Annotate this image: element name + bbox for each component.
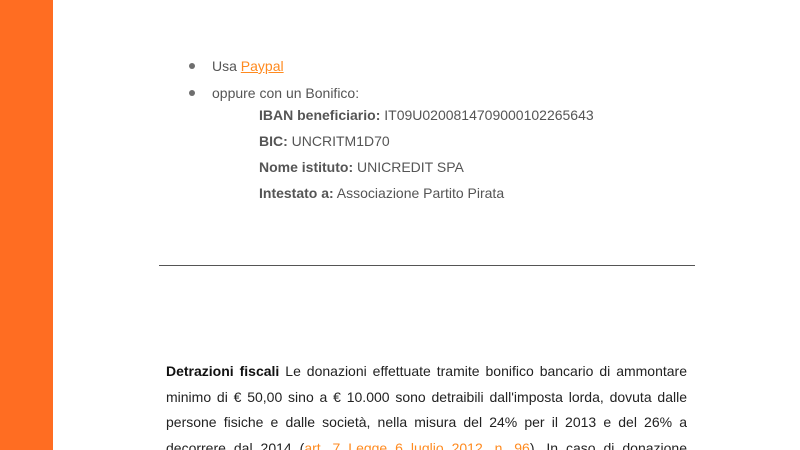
paragraph-line-1: Detrazioni fiscali Le donazioni effettua… — [166, 359, 687, 385]
holder-value: Associazione Partito Pirata — [333, 185, 505, 201]
iban-label: IBAN beneficiario: — [259, 107, 381, 123]
section-divider — [159, 265, 695, 266]
bic-row: BIC: UNCRITM1D70 — [259, 131, 594, 157]
list-item-paypal: Usa Paypal — [185, 56, 359, 83]
law-reference-link[interactable]: art. 7 Legge 6 luglio 2012, n. 96 — [304, 440, 529, 450]
paragraph-line-3: persone fisiche e dalle società, nella m… — [166, 414, 687, 430]
paragraph-line-4: decorrere dal 2014 (art. 7 Legge 6 lugli… — [166, 436, 687, 450]
bullet-icon — [189, 90, 195, 96]
payment-options-list: Usa Paypal oppure con un Bonifico: — [185, 56, 359, 110]
line4-after: ). In caso di donazione — [529, 439, 687, 450]
paypal-prefix-text: Usa — [212, 58, 241, 74]
iban-row: IBAN beneficiario: IT09U0200814709000102… — [259, 105, 594, 131]
line4-before: decorrere dal 2014 ( — [166, 439, 305, 450]
accent-side-bar — [0, 0, 53, 450]
institute-label: Nome istituto: — [259, 159, 354, 175]
institute-row: Nome istituto: UNICREDIT SPA — [259, 157, 594, 183]
holder-label: Intestato a: — [259, 185, 334, 201]
paypal-link[interactable]: Paypal — [241, 58, 284, 74]
tax-deduction-paragraph: Detrazioni fiscali Le donazioni effettua… — [166, 359, 687, 450]
tax-heading: Detrazioni fiscali — [166, 363, 280, 379]
institute-value: UNICREDIT SPA — [353, 159, 464, 175]
line1-text: Le donazioni effettuate tramite bonifico… — [279, 363, 687, 379]
document-page: Usa Paypal oppure con un Bonifico: IBAN … — [0, 0, 800, 450]
holder-row: Intestato a: Associazione Partito Pirata — [259, 183, 594, 209]
paragraph-line-2: minimo di € 50,00 sino a € 10.000 sono d… — [166, 388, 687, 405]
iban-value: IT09U0200814709000102265643 — [380, 107, 594, 123]
bank-details: IBAN beneficiario: IT09U0200814709000102… — [259, 105, 594, 209]
bullet-icon — [189, 63, 195, 69]
bonifico-text: oppure con un Bonifico: — [212, 85, 360, 101]
bic-value: UNCRITM1D70 — [287, 133, 390, 149]
bic-label: BIC: — [259, 133, 288, 149]
